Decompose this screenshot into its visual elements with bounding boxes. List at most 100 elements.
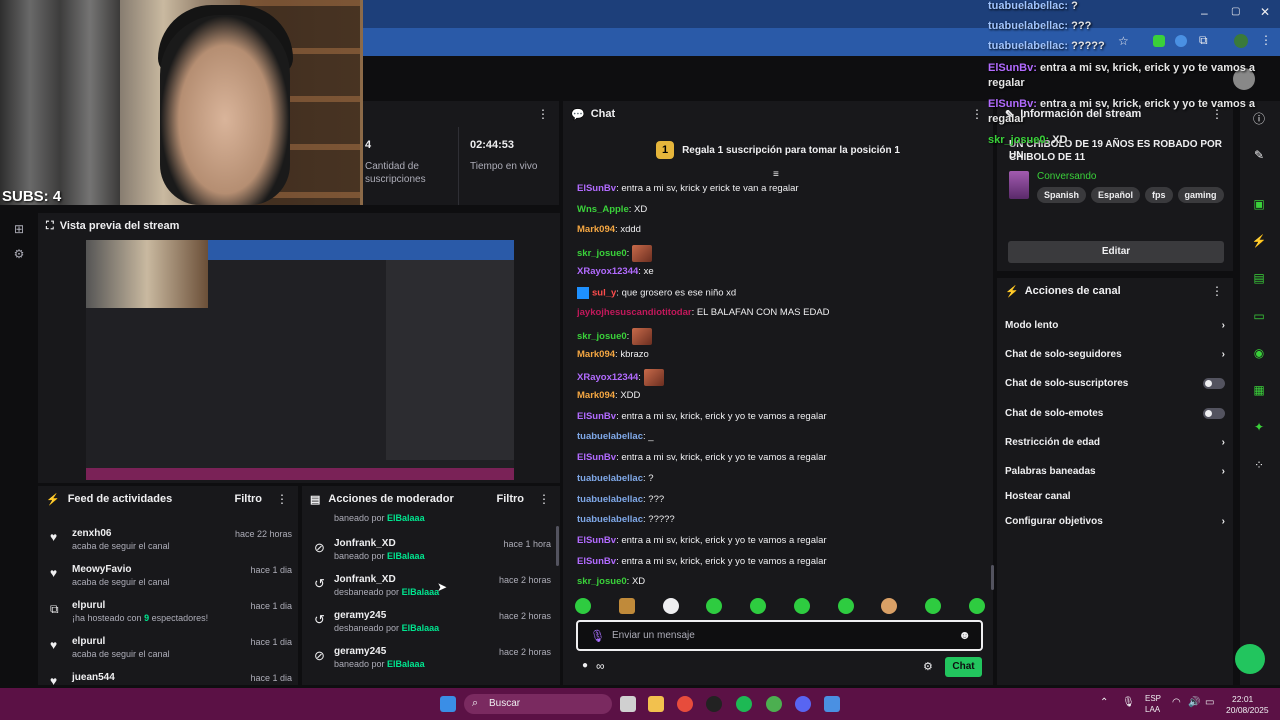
chat-emote[interactable] [631,327,652,345]
pencil-icon[interactable]: ✎ [1251,147,1267,163]
battery-icon[interactable]: ▭ [1205,697,1214,708]
emote-button[interactable] [662,598,679,614]
chat-settings-icon[interactable]: ⚙ [923,660,933,673]
feed-user[interactable]: elpurul [72,600,105,611]
clip-icon[interactable]: ▣ [1251,196,1267,212]
volume-icon[interactable]: 🔊 [1188,697,1200,708]
tag[interactable]: fps [1145,187,1173,203]
action-age-restriction[interactable]: Restricción de edad › [1005,432,1225,452]
chat-username[interactable]: ElSunBv [577,183,616,194]
keyboard-language-1[interactable]: ESP [1145,694,1161,703]
windows-start-icon[interactable] [440,696,456,712]
feed-user[interactable]: zenxh06 [72,528,111,539]
emote-button[interactable] [750,598,767,614]
mod-target[interactable]: Jonfrank_XD [334,574,396,585]
support-button[interactable] [1235,644,1265,674]
emote-button[interactable] [968,598,985,614]
profile-icon[interactable] [1234,34,1248,48]
emote-button[interactable] [618,598,635,614]
puzzle-icon[interactable]: ⧉ [1199,33,1208,48]
feed-filter-button[interactable]: Filtro [235,493,263,505]
edit-button[interactable]: Editar [1008,241,1224,263]
minimize-icon[interactable]: – [1201,6,1208,20]
dashboard-icon[interactable]: ⊞ [10,220,28,238]
chat-username[interactable]: ElSunBv [577,535,616,546]
feed-user[interactable]: juean544 [72,672,115,683]
layout-icon[interactable]: ▦ [1251,382,1267,398]
star-icon[interactable]: ☆ [1118,34,1129,48]
action-slow-mode[interactable]: Modo lento › [1005,315,1225,335]
close-window-icon[interactable]: ✕ [1260,5,1270,19]
chat-emote[interactable] [643,369,664,387]
chat-username[interactable]: Mark094 [577,390,615,401]
emotes-only-toggle[interactable] [1203,407,1225,419]
chat-username[interactable]: tuabuelabellac [577,494,643,505]
info-icon[interactable]: ⓘ [1251,111,1267,127]
emoji-icon[interactable]: ☻ [958,628,971,642]
action-banned-words[interactable]: Palabras baneadas › [1005,461,1225,481]
chat-username[interactable]: tuabuelabellac [577,514,643,525]
emote-button[interactable] [793,598,810,614]
tag[interactable]: Spanish [1037,187,1087,203]
chat-username[interactable]: skr_josue0 [577,331,627,342]
bolt-icon[interactable]: ⚡ [1251,233,1267,249]
keyboard-language-2[interactable]: LAA [1145,705,1160,714]
emote-button[interactable] [575,598,591,614]
emote-button[interactable] [925,598,942,614]
taskbar-search[interactable]: ⌕ Buscar [464,694,612,714]
action-host-channel[interactable]: Hostear canal [1005,486,1225,506]
action-followers-only[interactable]: Chat de solo-seguidores › [1005,344,1225,364]
chat-kebab-icon[interactable]: ⋮ [971,107,983,121]
chat-username[interactable]: sul_y [592,287,616,298]
chat-username[interactable]: ElSunBv [577,556,616,567]
chat-username[interactable]: Wns_Apple [577,204,629,215]
chat-username[interactable]: skr_josue0 [577,576,627,587]
maximize-icon[interactable]: ▢ [1231,6,1240,17]
chat-send-button[interactable]: Chat [945,657,982,677]
actions-kebab-icon[interactable]: ⋮ [1211,284,1223,298]
wrench-icon[interactable]: ✦ [1251,419,1267,435]
document-icon[interactable]: ▤ [1251,270,1267,286]
address-bar[interactable]: ☆ ⧉ ⋮ [363,28,1280,56]
stats-kebab-icon[interactable]: ⋮ [537,107,549,121]
channel-points-icon[interactable]: ● [582,660,588,671]
chat-username[interactable]: Mark094 [577,224,615,235]
feed-kebab-icon[interactable]: ⋮ [276,492,288,506]
folder-icon[interactable] [648,696,664,712]
chat-input[interactable]: 🎙 Enviar un mensaje ☻ [576,620,983,651]
mod-filter-button[interactable]: Filtro [497,493,525,505]
shield-extension-icon[interactable] [1153,35,1165,47]
mic-icon[interactable]: 🎙 [590,629,605,643]
mod-kebab-icon[interactable]: ⋮ [538,492,550,506]
broadcast-icon[interactable]: ◉ [1251,345,1267,361]
tag[interactable]: gaming [1177,187,1224,203]
chat-icon[interactable]: ▭ [1251,308,1267,324]
mod-scrollbar[interactable] [556,526,559,566]
clock-date[interactable]: 20/08/2025 [1226,705,1269,715]
chat-username[interactable]: tuabuelabellac [577,431,643,442]
discord-icon[interactable] [795,696,811,712]
chat-username[interactable]: ElSunBv [577,452,616,463]
category-name[interactable]: Conversando [1037,171,1096,182]
chat-username[interactable]: Mark094 [577,349,615,360]
action-emotes-only[interactable]: Chat de solo-emotes [1005,403,1225,423]
menu-icon[interactable]: ⋮ [1260,33,1272,47]
tag[interactable]: Español [1091,187,1141,203]
action-subs-only[interactable]: Chat de solo-suscriptores [1005,373,1225,393]
chat-username[interactable]: ElSunBv [577,411,616,422]
app-icon[interactable] [620,696,636,712]
chat-username[interactable]: tuabuelabellac [577,473,643,484]
chat-username[interactable]: jaykojhesuscandiotitodar [577,307,692,318]
github-icon[interactable] [706,696,722,712]
mod-target[interactable]: Jonfrank_XD [334,538,396,549]
mic-icon[interactable]: 🎙 [1122,697,1135,708]
chat-emote[interactable] [631,245,652,263]
chat-username[interactable]: skr_josue0 [577,248,627,259]
extension-icon[interactable] [1175,35,1187,47]
action-goals[interactable]: Configurar objetivos › [1005,511,1225,531]
wifi-icon[interactable]: ◠ [1172,697,1181,708]
subs-only-toggle[interactable] [1203,377,1225,389]
emote-button[interactable] [881,598,898,614]
tray-chevron-icon[interactable]: ⌃ [1100,697,1108,708]
mod-target[interactable]: geramy245 [334,646,386,657]
